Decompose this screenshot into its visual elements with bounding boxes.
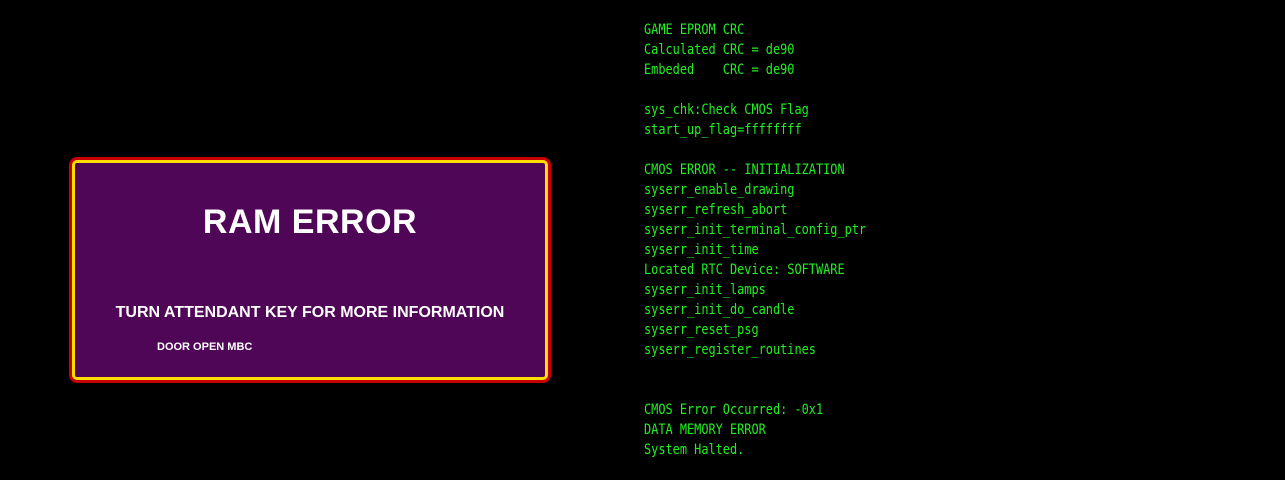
console-line: Embeded CRC = de90 xyxy=(644,62,795,78)
console-line: syserr_enable_drawing xyxy=(644,182,795,198)
error-title: RAM ERROR xyxy=(202,203,418,241)
ram-error-panel: RAM ERROR TURN ATTENDANT KEY FOR MORE IN… xyxy=(72,160,548,380)
console-line: syserr_init_do_candle xyxy=(644,302,795,318)
console-line: CMOS Error Occurred: -0x1 xyxy=(644,402,824,418)
console-line: syserr_init_lamps xyxy=(644,282,766,298)
console-line: System Halted. xyxy=(644,442,745,458)
diagnostic-console: GAME EPROM CRC Calculated CRC = de90 Emb… xyxy=(644,20,866,460)
door-status: DOOR OPEN MBC xyxy=(157,341,253,353)
console-line: syserr_register_routines xyxy=(644,342,816,358)
console-line: Calculated CRC = de90 xyxy=(644,42,795,58)
console-line: DATA MEMORY ERROR xyxy=(644,422,766,438)
console-line: syserr_refresh_abort xyxy=(644,202,788,218)
console-line: start_up_flag=ffffffff xyxy=(644,122,802,138)
console-line: GAME EPROM CRC xyxy=(644,22,745,38)
console-line: sys_chk:Check CMOS Flag xyxy=(644,102,809,118)
console-line: syserr_init_time xyxy=(644,242,759,258)
console-line: syserr_init_terminal_config_ptr xyxy=(644,222,867,238)
console-line: syserr_reset_psg xyxy=(644,322,759,338)
attendant-key-instruction: TURN ATTENDANT KEY FOR MORE INFORMATION xyxy=(115,304,505,321)
console-line: Located RTC Device: SOFTWARE xyxy=(644,262,845,278)
console-line: CMOS ERROR -- INITIALIZATION xyxy=(644,162,845,178)
